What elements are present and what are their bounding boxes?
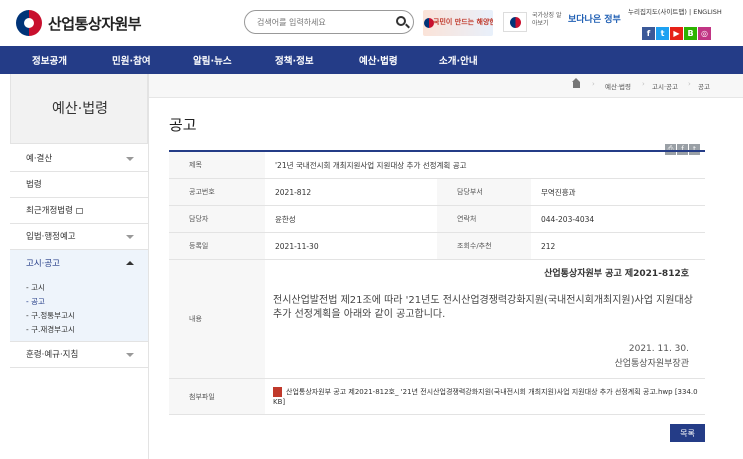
search-input[interactable]	[257, 15, 387, 30]
search-box	[244, 10, 414, 34]
sidebar-item-directives[interactable]: 훈령·예규·지침	[10, 342, 148, 368]
subject-label: 제목	[169, 152, 265, 178]
chevron-right-icon: ›	[642, 80, 645, 88]
row-manager: 담당자 윤한성 연락처 044-203-4034	[169, 206, 705, 233]
attachment-link[interactable]: 산업통상자원부 공고 제2021-812호_ '21년 전시산업경쟁력강화지원(…	[273, 387, 703, 407]
row-content: 내용 산업통상자원부 공고 제2021-812호 전시산업발전법 제21조에 따…	[169, 260, 705, 379]
submenu-item-gosi[interactable]: - 고시	[26, 282, 45, 293]
external-link-icon	[75, 207, 83, 214]
nav-civil-participation[interactable]: 민원·참여	[112, 53, 151, 67]
dept-label: 담당부서	[437, 179, 531, 205]
row-date: 등록일 2021-11-30 조회수/추천 212	[169, 233, 705, 260]
home-icon[interactable]	[572, 78, 580, 88]
chevron-up-icon	[126, 261, 134, 265]
facebook-icon[interactable]: f	[642, 27, 655, 40]
sidebar-item-label: 훈령·예규·지침	[26, 350, 79, 360]
blog-icon[interactable]: B	[684, 27, 697, 40]
row-number: 공고번호 2021-812 담당부서 무역진흥과	[169, 179, 705, 206]
sidebar-item-notice[interactable]: 고시·공고	[10, 250, 148, 278]
main-content: › 예산·법령 › 고시·공고 › 공고 공고 ⎙ f t 제목 '21년 국내전시…	[148, 74, 743, 459]
hwp-file-icon	[273, 387, 282, 397]
sidebar-item-label: 최근개정법령	[26, 206, 73, 216]
nav-budget-law[interactable]: 예산·법령	[359, 53, 398, 67]
breadcrumb: › 예산·법령 › 고시·공고 › 공고	[149, 74, 743, 98]
promo-banner-text: 국민이 만드는 해양한국	[433, 18, 493, 26]
sidebar-item-label: 법령	[26, 180, 42, 190]
twitter-icon[interactable]: t	[656, 27, 669, 40]
notice-date: 2021. 11. 30.	[628, 344, 689, 354]
notice-body-text: 전시산업발전법 제21조에 따라 '21년도 전시산업경쟁력강화지원(국내전시회…	[273, 295, 693, 320]
views-value: 212	[541, 241, 556, 251]
sidebar-item-budget[interactable]: 예·결산	[10, 146, 148, 172]
notice-board: 제목 '21년 국내전시회 개최지원사업 지원대상 추가 선정계획 공고 공고번…	[169, 150, 705, 415]
contact-label: 연락처	[437, 206, 531, 232]
chevron-down-icon	[126, 235, 134, 239]
chevron-right-icon: ›	[592, 80, 595, 88]
top-links[interactable]: 누리집지도(사이트맵) | ENGLISH	[628, 6, 722, 16]
breadcrumb-item[interactable]: 공고	[698, 81, 710, 91]
page-title: 공고	[169, 116, 197, 134]
site-logo[interactable]: 산업통상자원부	[48, 13, 142, 34]
sidebar-submenu: - 고시 - 공고 - 구.정통부고시 - 구.재경부고시	[10, 278, 148, 342]
sidebar-item-law[interactable]: 법령	[10, 172, 148, 198]
contact-value: 044-203-4034	[541, 214, 595, 224]
submenu-item-old-mic[interactable]: - 구.정통부고시	[26, 310, 75, 321]
notice-signature: 산업통상자원부장관	[614, 359, 689, 369]
nav-policy[interactable]: 정책·정보	[275, 53, 314, 67]
social-links: f t ▶ B ◎	[642, 21, 712, 40]
submenu-item-gonggo[interactable]: - 공고	[26, 296, 45, 307]
row-subject: 제목 '21년 국내전시회 개최지원사업 지원대상 추가 선정계획 공고	[169, 152, 705, 179]
search-icon[interactable]	[396, 16, 406, 26]
chevron-down-icon	[126, 353, 134, 357]
date-label: 등록일	[169, 233, 265, 259]
site-header: 산업통상자원부 국민이 만드는 해양한국 국가상징 알아보기 보다나은 정부 누…	[0, 0, 743, 46]
chevron-down-icon	[126, 157, 134, 161]
instagram-icon[interactable]: ◎	[698, 27, 711, 40]
sidebar-item-recent-law[interactable]: 최근개정법령	[10, 198, 148, 224]
notice-number-heading: 산업통상자원부 공고 제2021-812호	[544, 269, 689, 279]
row-attachment: 첨부파일 산업통상자원부 공고 제2021-812호_ '21년 전시산업경쟁력…	[169, 379, 705, 415]
nav-news[interactable]: 알림·뉴스	[193, 53, 232, 67]
number-label: 공고번호	[169, 179, 265, 205]
submenu-item-old-mofe[interactable]: - 구.재경부고시	[26, 324, 75, 335]
views-label: 조회수/추천	[437, 233, 531, 259]
breadcrumb-item[interactable]: 고시·공고	[652, 81, 678, 91]
nav-about[interactable]: 소개·안내	[439, 53, 478, 67]
attachment-label: 첨부파일	[169, 379, 265, 414]
content-label: 내용	[169, 260, 265, 378]
promo-banner[interactable]: 국민이 만드는 해양한국	[423, 10, 493, 36]
sidebar-item-label: 예·결산	[26, 154, 53, 164]
sidebar-item-label: 고시·공고	[26, 259, 60, 269]
manager-label: 담당자	[169, 206, 265, 232]
youtube-icon[interactable]: ▶	[670, 27, 683, 40]
sidebar-item-label: 입법·행정예고	[26, 232, 76, 242]
attachment-filename: 산업통상자원부 공고 제2021-812호_ '21년 전시산업경쟁력강화지원(…	[273, 388, 698, 406]
nav-info-disclosure[interactable]: 정보공개	[32, 53, 67, 67]
sidebar-title: 예산·법령	[52, 101, 108, 117]
manager-value: 윤한성	[275, 214, 296, 224]
list-button[interactable]: 목록	[670, 424, 705, 442]
sidebar: 예산·법령 예·결산 법령 최근개정법령 입법·행정예고 고시·공고 - 고시 …	[10, 74, 148, 459]
better-government-logo[interactable]: 보다나은 정부	[568, 12, 621, 25]
sidebar-header: 예산·법령	[10, 74, 148, 144]
government-emblem-icon[interactable]	[16, 10, 42, 36]
main-nav: 정보공개 민원·참여 알림·뉴스 정책·정보 예산·법령 소개·안내	[0, 46, 743, 74]
sidebar-item-legislation[interactable]: 입법·행정예고	[10, 224, 148, 250]
subject-value: '21년 국내전시회 개최지원사업 지원대상 추가 선정계획 공고	[275, 160, 467, 170]
chevron-right-icon: ›	[688, 80, 691, 88]
dept-value: 무역진흥과	[541, 187, 576, 197]
national-symbol-link[interactable]: 국가상징 알아보기	[532, 12, 562, 28]
national-flag-icon[interactable]	[503, 12, 527, 32]
number-value: 2021-812	[275, 187, 312, 197]
date-value: 2021-11-30	[275, 241, 319, 251]
breadcrumb-item[interactable]: 예산·법령	[605, 81, 631, 91]
